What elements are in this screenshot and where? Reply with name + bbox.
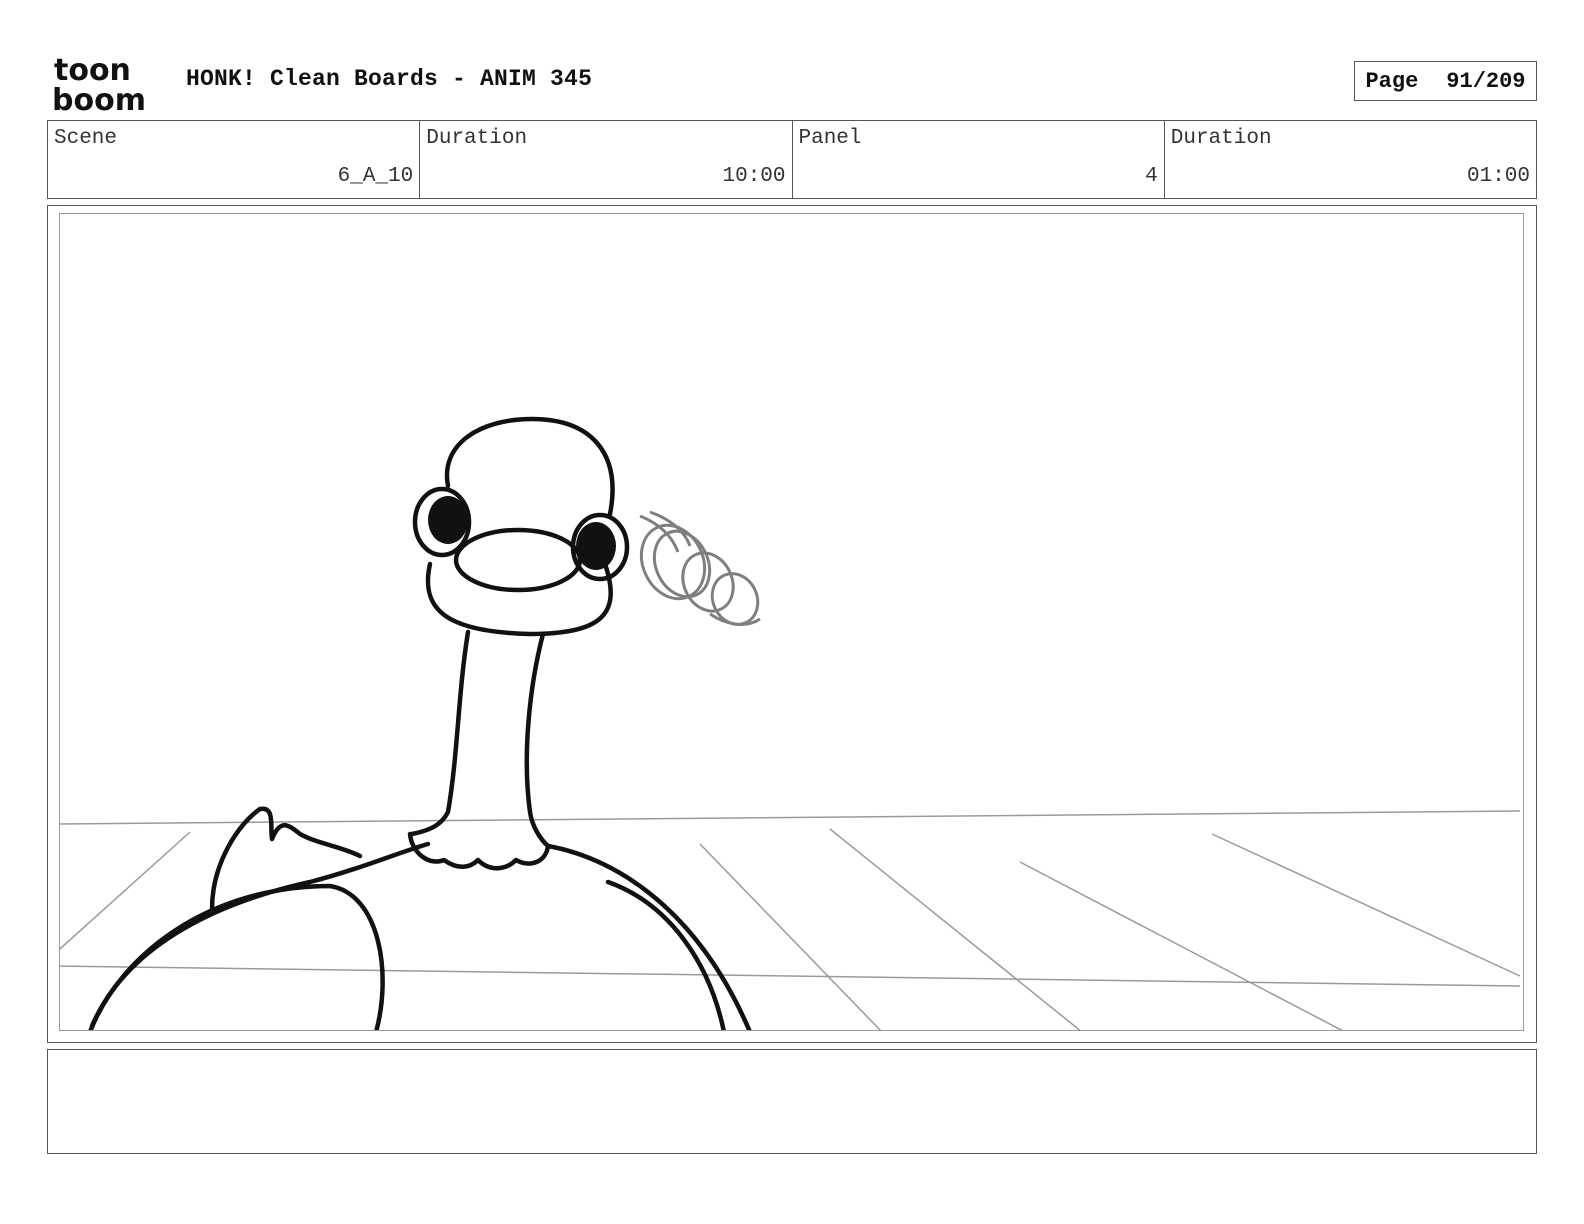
page-indicator: Page 91/209 — [1354, 61, 1537, 101]
goose-wing — [88, 883, 385, 1030]
goose-head — [444, 416, 615, 517]
page-label: Page — [1365, 68, 1419, 94]
panel-cell: Panel 4 — [793, 121, 1165, 198]
panel-duration-label: Duration — [1170, 127, 1272, 150]
panel-duration-value: 01:00 — [1466, 165, 1530, 188]
storyboard-panel-image — [59, 213, 1524, 1031]
goose-body — [89, 841, 752, 1030]
scene-info-row: Scene 6_A_10 Duration 10:00 Panel 4 Dura… — [47, 120, 1537, 199]
scene-cell: Scene 6_A_10 — [48, 121, 421, 198]
page-number: 91/209 — [1446, 68, 1526, 94]
floor-perspective-lines — [60, 810, 1521, 1030]
scene-duration-label: Duration — [426, 127, 528, 150]
goose-neck-left — [409, 629, 471, 837]
goose-bill — [453, 527, 583, 593]
scene-duration-value: 10:00 — [722, 165, 786, 188]
goose-tail-feathers — [209, 806, 363, 912]
scene-label: Scene — [54, 127, 118, 150]
scene-duration-cell: Duration 10:00 — [420, 121, 793, 198]
scene-value: 6_A_10 — [337, 165, 414, 188]
goose-drawing — [60, 416, 1521, 1030]
panel-value: 4 — [1145, 165, 1158, 188]
motion-blur-object — [639, 510, 761, 626]
storyboard-panel-frame — [47, 205, 1537, 1043]
goose-collar — [407, 831, 551, 871]
caption-box — [47, 1049, 1537, 1154]
toon-boom-logo: toon boom — [52, 53, 146, 112]
document-title: HONK! Clean Boards - ANIM 345 — [186, 66, 593, 92]
goose-neck-right — [524, 631, 551, 849]
panel-label: Panel — [798, 127, 862, 150]
panel-duration-cell: Duration 01:00 — [1165, 121, 1536, 198]
logo-bottom-text: boom — [52, 83, 146, 112]
